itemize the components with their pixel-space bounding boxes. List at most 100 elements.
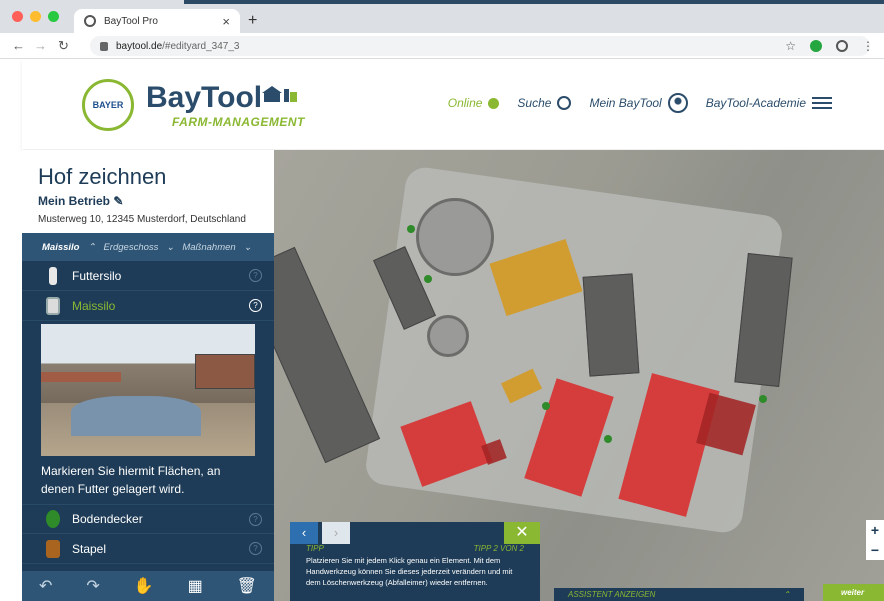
- sidebar-item-futtersilo[interactable]: Futtersilo ?: [22, 261, 274, 291]
- extension-check-icon[interactable]: [810, 40, 822, 52]
- window-controls: [12, 11, 59, 22]
- tab-title: BayTool Pro: [104, 15, 158, 27]
- hand-tool-icon[interactable]: ✋: [134, 576, 154, 596]
- close-window-button[interactable]: [12, 11, 23, 22]
- barn-logo-icon: [262, 86, 297, 102]
- item-description: Markieren Sie hiermit Flächen, an denen …: [41, 464, 221, 496]
- assistant-toggle[interactable]: ASSISTENT ANZEIGEN ⌃: [554, 588, 804, 601]
- sidebar-item-maissilo[interactable]: Maissilo ?: [22, 291, 274, 321]
- next-button[interactable]: weiter: [823, 584, 884, 601]
- minimize-window-button[interactable]: [30, 11, 41, 22]
- nav-academy-label: BayTool-Academie: [705, 96, 806, 110]
- sidebar-item-label: Futtersilo: [72, 268, 122, 283]
- tip-label: TIPP: [306, 544, 324, 553]
- grid-icon[interactable]: ▦: [188, 576, 203, 596]
- farm-name: Mein Betrieb ✎: [38, 194, 258, 208]
- ground-cover-icon: [46, 510, 60, 528]
- nav-account[interactable]: Mein BayTool: [589, 93, 688, 113]
- online-dot-icon: [488, 97, 500, 109]
- tip-box: ‹ › ✕ TIPP TIPP 2 VON 2 Platzieren Sie m…: [290, 522, 540, 601]
- user-icon: [667, 93, 688, 113]
- maximize-window-button[interactable]: [48, 11, 59, 22]
- sidebar-item-label: Stapel: [72, 541, 107, 556]
- map-tree[interactable]: [604, 435, 612, 443]
- nav-account-label: Mein BayTool: [589, 96, 662, 110]
- tip-counter: TIPP 2 VON 2: [473, 544, 524, 553]
- nav-search-label: Suche: [517, 96, 552, 110]
- brand-subtitle: FARM-MANAGEMENT: [172, 115, 305, 129]
- zoom-out-button[interactable]: −: [866, 540, 884, 560]
- help-icon[interactable]: ?: [249, 269, 262, 282]
- filter-massnahmen[interactable]: Maßnahmen: [182, 242, 235, 253]
- url-field[interactable]: baytool.de/#edityard_347_3: [90, 36, 870, 56]
- map-silo[interactable]: [427, 315, 469, 357]
- profile-icon[interactable]: [836, 40, 848, 52]
- filter-erdgeschoss[interactable]: Erdgeschoss: [103, 242, 158, 253]
- tip-close-button[interactable]: ✕: [504, 522, 540, 544]
- online-label: Online: [447, 96, 483, 110]
- url-host: baytool.de: [116, 40, 163, 52]
- nav-academy[interactable]: BayTool-Academie: [706, 96, 832, 110]
- filter-maissilo[interactable]: Maissilo: [42, 242, 80, 253]
- browser-toolbar-right: ☆ ⋮: [785, 39, 874, 53]
- chevron-up-icon: ⌃: [783, 590, 790, 599]
- assistant-label: ASSISTENT ANZEIGEN: [568, 590, 656, 599]
- search-icon: [557, 96, 572, 110]
- map-building[interactable]: [582, 273, 640, 377]
- browser-tab[interactable]: BayTool Pro ×: [74, 9, 240, 33]
- tab-favicon-icon: [84, 15, 96, 27]
- nav-search[interactable]: Suche: [517, 96, 572, 110]
- chevron-down-icon[interactable]: ⌄: [244, 242, 252, 253]
- site-header: BAYER BayTool FARM-MANAGEMENT Online Suc…: [22, 59, 884, 149]
- reload-icon[interactable]: ↻: [58, 38, 69, 54]
- tip-next-button[interactable]: ›: [322, 522, 350, 544]
- back-arrow-icon[interactable]: ←: [12, 38, 25, 53]
- stack-icon: [46, 539, 60, 558]
- edit-pencil-icon[interactable]: ✎: [113, 194, 123, 208]
- redo-icon[interactable]: ↷: [86, 576, 99, 596]
- chevron-down-icon[interactable]: ⌄: [166, 242, 174, 253]
- help-icon[interactable]: ?: [249, 299, 262, 312]
- page-title: Hof zeichnen: [38, 164, 167, 189]
- new-tab-button[interactable]: +: [248, 12, 257, 30]
- map-tree[interactable]: [542, 402, 550, 410]
- more-menu-icon[interactable]: ⋮: [862, 39, 874, 53]
- address-bar: ← → ↻ baytool.de/#edityard_347_3 ☆ ⋮: [0, 33, 884, 59]
- sidebar: Hof zeichnen Mein Betrieb ✎ Musterweg 10…: [22, 150, 274, 601]
- bayer-logo-text: BAYER: [92, 100, 124, 110]
- maize-silo-icon: [46, 296, 60, 315]
- farm-address: Musterweg 10, 12345 Musterdorf, Deutschl…: [38, 214, 246, 225]
- maissilo-photo: [41, 324, 255, 456]
- farm-name-text: Mein Betrieb: [38, 194, 111, 208]
- tip-header: TIPP TIPP 2 VON 2: [306, 544, 524, 553]
- tip-prev-button[interactable]: ‹: [290, 522, 318, 544]
- trash-icon[interactable]: 🗑: [237, 576, 257, 596]
- undo-icon[interactable]: ↶: [39, 576, 52, 596]
- main-nav: Online Suche Mein BayTool BayTool-Academ…: [448, 93, 832, 113]
- baytool-brand[interactable]: BayTool: [146, 81, 262, 115]
- online-status: Online: [448, 96, 500, 110]
- tab-close-icon[interactable]: ×: [222, 14, 230, 29]
- tip-text: Platzieren Sie mit jedem Klick genau ein…: [306, 556, 513, 587]
- sidebar-item-label: Maissilo: [72, 298, 116, 313]
- map-silo[interactable]: [416, 198, 494, 276]
- tool-bar: ↶ ↷ ✋ ▦ 🗑: [22, 571, 274, 601]
- bookmark-star-icon[interactable]: ☆: [785, 39, 796, 53]
- bayer-logo[interactable]: BAYER: [82, 79, 134, 131]
- hamburger-menu-icon: [812, 97, 832, 109]
- map-tree[interactable]: [759, 395, 767, 403]
- sidebar-header: Hof zeichnen Mein Betrieb ✎ Musterweg 10…: [22, 150, 274, 233]
- help-icon[interactable]: ?: [249, 542, 262, 555]
- chevron-up-icon[interactable]: ⌃: [88, 242, 96, 253]
- sidebar-item-stapel[interactable]: Stapel ?: [22, 534, 274, 564]
- lock-icon: [100, 41, 108, 51]
- sidebar-item-label: Bodendecker: [72, 512, 143, 526]
- forward-arrow-icon[interactable]: →: [34, 38, 47, 53]
- map-tree[interactable]: [424, 275, 432, 283]
- map-tree[interactable]: [407, 225, 415, 233]
- help-icon[interactable]: ?: [249, 512, 262, 526]
- url-path: /#edityard_347_3: [162, 40, 240, 52]
- zoom-in-button[interactable]: +: [866, 520, 884, 540]
- sidebar-item-bodendecker[interactable]: Bodendecker ?: [22, 504, 274, 534]
- category-filter: Maissilo ⌃ Erdgeschoss ⌄ Maßnahmen ⌄: [22, 233, 274, 261]
